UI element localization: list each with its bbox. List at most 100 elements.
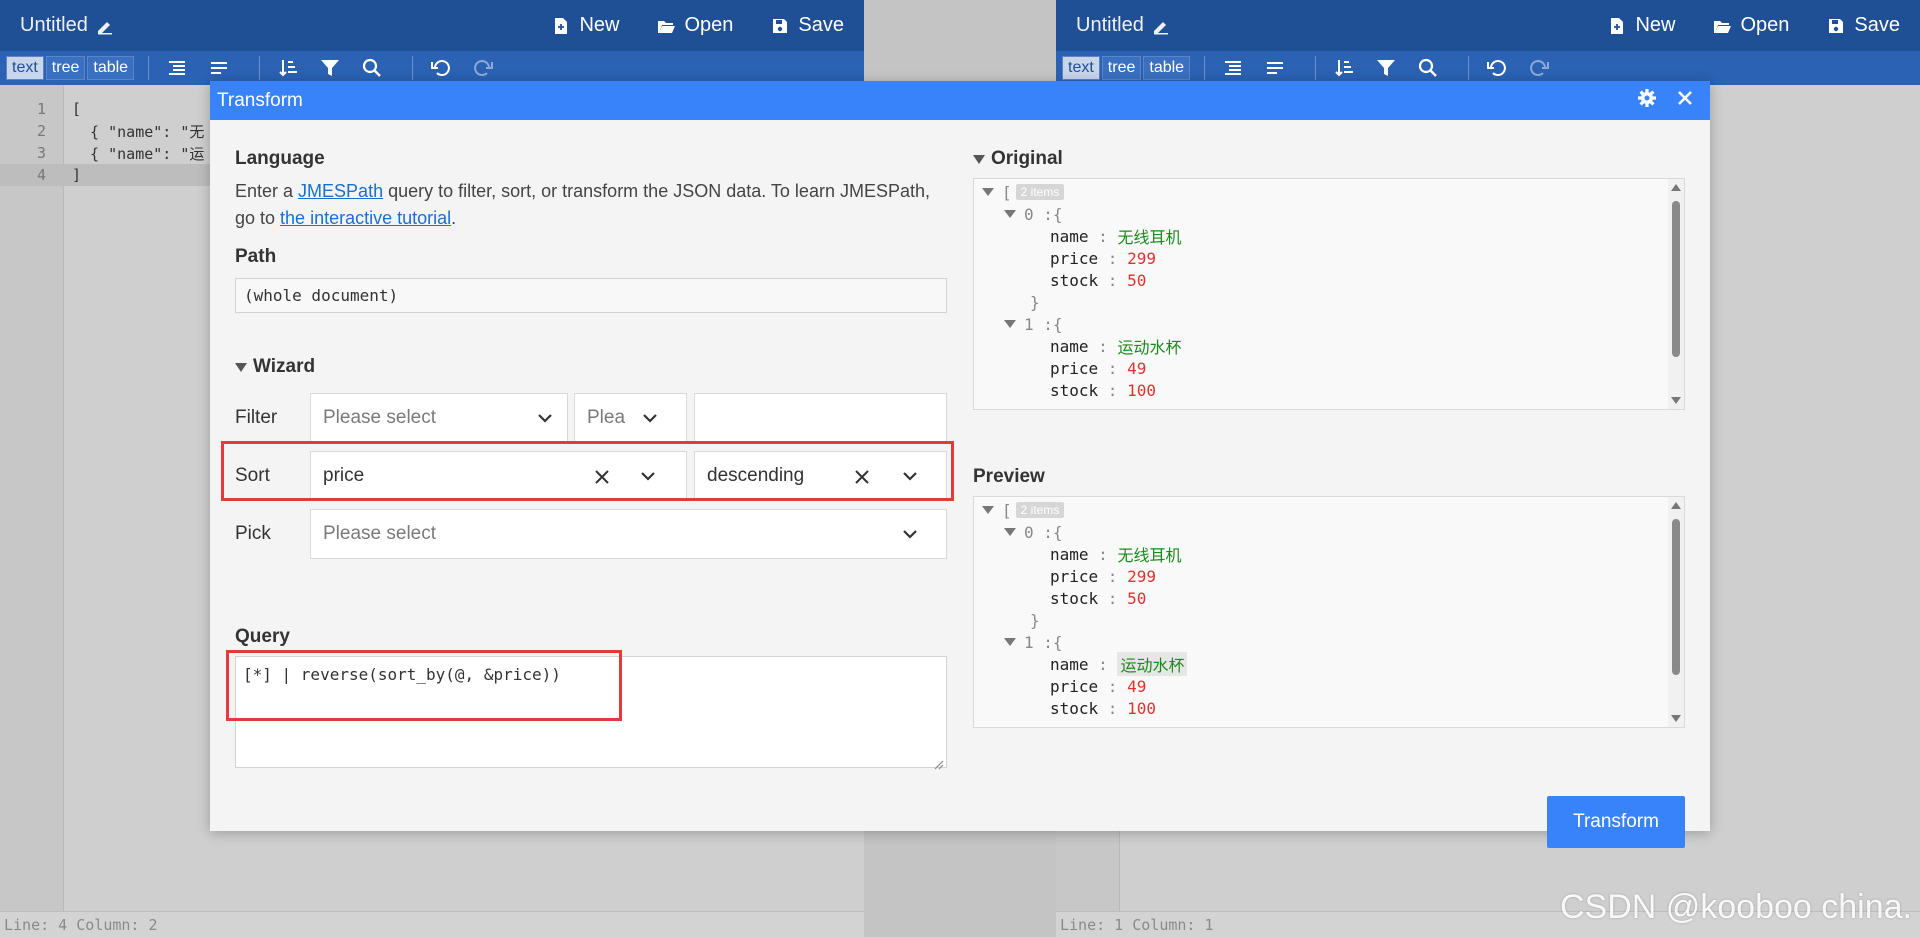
open-button[interactable]: Open bbox=[657, 14, 733, 37]
mode-tree-button[interactable]: tree bbox=[1101, 56, 1142, 80]
tree-object-row[interactable]: 1 :{ bbox=[1004, 313, 1063, 335]
tree-field-row[interactable]: price : 49 bbox=[1050, 675, 1146, 697]
query-highlight bbox=[226, 650, 622, 721]
tree-key: name bbox=[1050, 654, 1089, 674]
save-button[interactable]: Save bbox=[771, 14, 844, 37]
expand-triangle-icon bbox=[1004, 210, 1016, 218]
filter-value-input[interactable] bbox=[694, 393, 947, 443]
filter-icon[interactable] bbox=[1372, 54, 1400, 82]
redo-icon[interactable] bbox=[1525, 54, 1553, 82]
tree-object-row[interactable]: 1 :{ bbox=[1004, 631, 1063, 653]
open-button[interactable]: Open bbox=[1713, 14, 1789, 37]
scroll-thumb[interactable] bbox=[1672, 519, 1680, 675]
sort-icon[interactable] bbox=[274, 54, 302, 82]
toolbar-divider bbox=[1315, 56, 1317, 80]
filter-icon[interactable] bbox=[316, 54, 344, 82]
new-button[interactable]: New bbox=[552, 14, 619, 37]
format-icon[interactable] bbox=[1219, 54, 1247, 82]
tree-close-row: } bbox=[1030, 291, 1040, 313]
tree-field-row[interactable]: stock : 100 bbox=[1050, 379, 1156, 401]
scroll-down-icon[interactable] bbox=[1671, 715, 1681, 722]
tree-root-row[interactable]: [2 items bbox=[982, 181, 1065, 203]
collapse-triangle-icon bbox=[973, 154, 985, 164]
folder-open-icon bbox=[1713, 17, 1732, 35]
menu-bar: Untitled New Open Save bbox=[0, 0, 864, 51]
transform-button[interactable]: Transform bbox=[1547, 796, 1685, 848]
path-field[interactable]: (whole document) bbox=[235, 278, 947, 313]
preview-tree[interactable]: [2 items 0 :{ name : 无线耳机 price : 299 st… bbox=[973, 496, 1685, 728]
tree-root-row[interactable]: [2 items bbox=[982, 499, 1065, 521]
tree-value: 100 bbox=[1127, 380, 1156, 400]
tree-field-row[interactable]: stock : 50 bbox=[1050, 269, 1146, 291]
tree-colon: : bbox=[1088, 336, 1118, 356]
tree-field-row[interactable]: name : 无线耳机 bbox=[1050, 225, 1181, 248]
compact-icon[interactable] bbox=[205, 54, 233, 82]
pencil-icon[interactable] bbox=[96, 17, 114, 35]
settings-button[interactable] bbox=[1629, 83, 1665, 119]
tree-field-row[interactable]: name : 运动水杯 bbox=[1050, 652, 1188, 676]
chevron-down-icon bbox=[642, 410, 658, 426]
mode-text-button[interactable]: text bbox=[1062, 56, 1100, 80]
document-title[interactable]: Untitled bbox=[20, 14, 114, 37]
tutorial-link[interactable]: the interactive tutorial bbox=[280, 208, 451, 228]
query-heading: Query bbox=[235, 626, 290, 647]
tree-object-row[interactable]: 0 :{ bbox=[1004, 203, 1063, 225]
tree-field-row[interactable]: name : 运动水杯 bbox=[1050, 335, 1181, 358]
scroll-thumb[interactable] bbox=[1672, 201, 1680, 357]
mode-table-button[interactable]: table bbox=[1143, 56, 1191, 80]
wizard-heading[interactable]: Wizard bbox=[235, 356, 315, 378]
bracket-open: [ bbox=[1002, 500, 1012, 520]
sort-icon[interactable] bbox=[1330, 54, 1358, 82]
tree-object-row[interactable]: 0 :{ bbox=[1004, 521, 1063, 543]
tree-field-row[interactable]: name : 无线耳机 bbox=[1050, 543, 1182, 566]
redo-icon[interactable] bbox=[469, 54, 497, 82]
search-icon[interactable] bbox=[1414, 54, 1442, 82]
format-icon[interactable] bbox=[163, 54, 191, 82]
tree-key: name bbox=[1050, 226, 1089, 246]
language-description: Enter a JMESPath query to filter, sort, … bbox=[235, 178, 947, 232]
transform-settings: Language Enter a JMESPath query to filte… bbox=[221, 120, 954, 770]
modal-title: Transform bbox=[217, 89, 303, 111]
line-number: 3 bbox=[36, 144, 46, 162]
gear-icon bbox=[1637, 88, 1657, 114]
search-icon[interactable] bbox=[358, 54, 386, 82]
scroll-down-icon[interactable] bbox=[1671, 397, 1681, 404]
scroll-up-icon[interactable] bbox=[1671, 184, 1681, 191]
tree-field-row[interactable]: price : 299 bbox=[1050, 247, 1156, 269]
filter-field-select[interactable]: Please select bbox=[310, 393, 568, 443]
undo-icon[interactable] bbox=[1483, 54, 1511, 82]
mode-tree-button[interactable]: tree bbox=[45, 56, 86, 80]
scroll-up-icon[interactable] bbox=[1671, 502, 1681, 509]
toolbar-divider bbox=[1204, 56, 1206, 80]
save-label: Save bbox=[798, 14, 844, 36]
tree-field-row[interactable]: stock : 50 bbox=[1050, 587, 1146, 609]
collapse-triangle-icon bbox=[235, 362, 247, 372]
line-number: 2 bbox=[36, 122, 46, 140]
pick-fields-select[interactable]: Please select bbox=[310, 509, 947, 559]
tree-value: 无线耳机 bbox=[1117, 546, 1182, 565]
tree-field-row[interactable]: price : 299 bbox=[1050, 565, 1156, 587]
mode-text-button[interactable]: text bbox=[6, 56, 44, 80]
scrollbar[interactable] bbox=[1668, 497, 1684, 727]
compact-icon[interactable] bbox=[1261, 54, 1289, 82]
description-text: . bbox=[451, 208, 457, 228]
new-button[interactable]: New bbox=[1608, 14, 1675, 37]
tree-field-row[interactable]: stock : 100 bbox=[1050, 697, 1156, 719]
original-heading[interactable]: Original bbox=[973, 148, 1685, 170]
tree-colon: : bbox=[1088, 654, 1118, 674]
close-button[interactable] bbox=[1667, 83, 1703, 119]
filter-relation-select[interactable]: Plea bbox=[574, 393, 687, 443]
tree-field-row[interactable]: price : 49 bbox=[1050, 357, 1146, 379]
mode-table-button[interactable]: table bbox=[87, 56, 135, 80]
pencil-icon[interactable] bbox=[1152, 17, 1170, 35]
save-button[interactable]: Save bbox=[1827, 14, 1900, 37]
document-title[interactable]: Untitled bbox=[1076, 14, 1170, 37]
scrollbar[interactable] bbox=[1668, 179, 1684, 409]
original-tree[interactable]: [2 items 0 :{ name : 无线耳机 price : 299 st… bbox=[973, 178, 1685, 410]
save-icon bbox=[771, 17, 789, 35]
undo-icon[interactable] bbox=[427, 54, 455, 82]
jmespath-link[interactable]: JMESPath bbox=[298, 181, 383, 201]
tree-colon: : bbox=[1088, 226, 1118, 246]
resize-handle-icon[interactable] bbox=[934, 755, 944, 770]
new-file-icon bbox=[552, 17, 570, 35]
